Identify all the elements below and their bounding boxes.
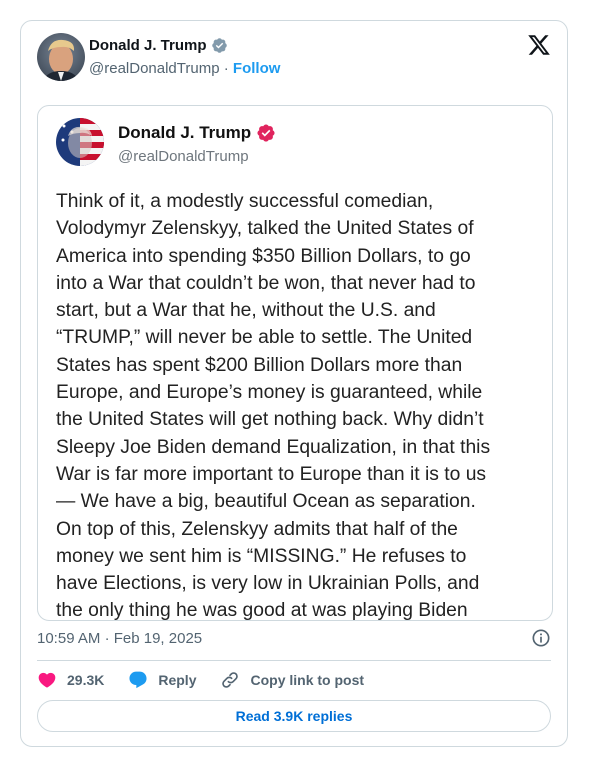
embed-text-line: America into spending $350 Billion Dolla… (56, 245, 471, 267)
x-logo-icon[interactable] (527, 33, 551, 57)
embed-text-line: money we sent him is “MISSING.” He refus… (56, 545, 467, 567)
like-count: 29.3K (67, 672, 105, 688)
follow-link[interactable]: Follow (233, 60, 281, 77)
embed-verified-badge-icon (257, 124, 275, 142)
embed-text-line: “TRUMP,” will never be able to settle. T… (56, 327, 473, 349)
handle-separator: · (223, 60, 233, 77)
embed-text-line: War is far more important to Europe than… (56, 463, 487, 485)
embed-text-line: Think of it, a modestly successful comed… (56, 191, 434, 212)
author-handle-row: @realDonaldTrump · Follow (89, 60, 280, 77)
info-icon[interactable] (531, 628, 551, 648)
embed-text-line: have Elections, is very low in Ukrainian… (56, 573, 480, 595)
copy-link-button[interactable]: Copy link to post (220, 670, 364, 690)
embed-author-name: Donald J. Trump (118, 123, 276, 143)
divider (37, 660, 551, 661)
embed-avatar (56, 118, 104, 166)
copy-link-label: Copy link to post (250, 672, 365, 688)
post-date: Feb 19, 2025 (113, 630, 203, 647)
embed-text-line: Volodymyr Zelenskyy, talked the United S… (56, 218, 474, 240)
heart-icon (38, 672, 56, 688)
embed-text-line: States has spent $200 Billion Dollars mo… (56, 354, 463, 376)
reply-bubble-icon (129, 671, 147, 689)
author-handle[interactable]: @realDonaldTrump (89, 60, 220, 77)
reply-label: Reply (158, 672, 197, 688)
action-bar: 29.3K Reply Copy link to post (37, 668, 364, 692)
reply-button[interactable]: Reply (128, 670, 196, 690)
embed-text-line: the United States will get nothing back.… (56, 409, 484, 431)
tweet-card: Donald J. Trump @realDonaldTrump · Follo… (20, 20, 568, 747)
embed-post-text: Think of it, a modestly successful comed… (56, 188, 542, 621)
embed-author-name-text: Donald J. Trump (118, 123, 252, 142)
author-avatar[interactable] (37, 33, 85, 81)
embed-text-line: On top of this, Zelenskyy admits that ha… (56, 518, 458, 540)
embed-text-line: — We have a big, beautiful Ocean as sepa… (56, 491, 476, 513)
embed-author-handle: @realDonaldTrump (118, 148, 249, 165)
embed-text-line: the only thing he was good at was playin… (56, 600, 468, 621)
like-button[interactable]: 29.3K (37, 670, 104, 690)
verified-badge-icon (211, 38, 227, 53)
embed-text-line: start, but a War that he, without the U.… (56, 300, 436, 322)
timestamp-separator: · (104, 630, 114, 647)
link-icon (222, 672, 239, 688)
post-time: 10:59 AM (37, 630, 101, 647)
embedded-post-image[interactable]: Donald J. Trump @realDonaldTrump Think o… (37, 105, 553, 621)
embed-text-line: Sleepy Joe Biden demand Equalization, in… (56, 436, 491, 458)
read-replies-button[interactable]: Read 3.9K replies (37, 700, 551, 732)
author-name-text: Donald J. Trump (89, 37, 207, 54)
embed-text-line: Europe, and Europe’s money is guaranteed… (56, 382, 483, 404)
post-timestamp[interactable]: 10:59 AM · Feb 19, 2025 (37, 630, 202, 647)
read-replies-label: Read 3.9K replies (235, 708, 353, 724)
author-name[interactable]: Donald J. Trump (89, 37, 228, 54)
embed-text-line: into a War that couldn’t be won, that ne… (56, 272, 476, 294)
